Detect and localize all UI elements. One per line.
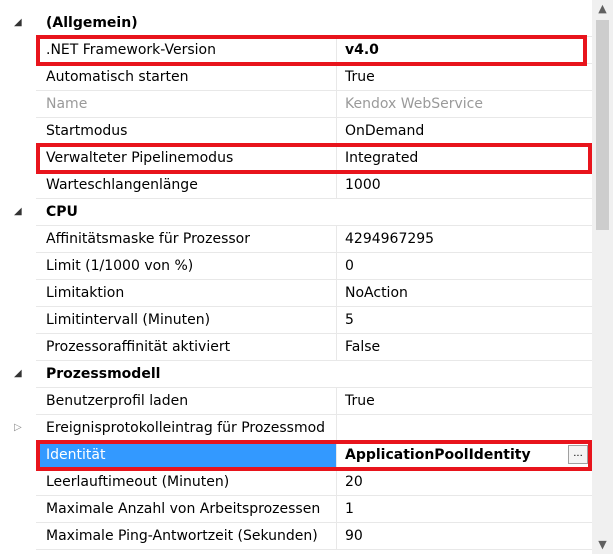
property-name: Warteschlangenlänge — [36, 172, 337, 199]
property-grid[interactable]: ◢ (Allgemein) .NET Framework-Version v4.0 Au… — [0, 0, 592, 554]
property-row[interactable]: Maximale Anzahl von Arbeitsprozessen 1 — [0, 496, 592, 523]
row-gutter — [0, 442, 36, 469]
property-row[interactable]: ▷ Ereignisprotokolleintrag für Prozessmod — [0, 415, 592, 442]
property-value[interactable]: 0 — [337, 253, 592, 280]
row-gutter — [0, 307, 36, 334]
property-row[interactable]: Startmodus OnDemand — [0, 118, 592, 145]
property-name: Automatisch starten — [36, 64, 337, 91]
property-name: Prozessoraffinität aktiviert — [36, 334, 337, 361]
expand-arrow-icon[interactable]: ▷ — [14, 422, 26, 434]
row-gutter — [0, 226, 36, 253]
property-name: Affinitätsmaske für Prozessor — [36, 226, 337, 253]
row-gutter — [0, 37, 36, 64]
property-value[interactable]: 5 — [337, 307, 592, 334]
ellipsis-button[interactable]: ... — [568, 445, 588, 464]
category-label[interactable]: Prozessmodell — [36, 361, 592, 388]
property-value[interactable]: v4.0 — [337, 37, 592, 64]
property-name: Startmodus — [36, 118, 337, 145]
property-name: Maximale Anzahl von Arbeitsprozessen — [36, 496, 337, 523]
property-row[interactable]: Limitintervall (Minuten) 5 — [0, 307, 592, 334]
property-row[interactable]: Name Kendox WebService — [0, 91, 592, 118]
row-gutter — [0, 118, 36, 145]
property-name: Name — [36, 91, 337, 118]
row-gutter — [0, 64, 36, 91]
category-row[interactable]: ◢ (Allgemein) — [0, 10, 592, 37]
collapse-arrow-icon[interactable]: ◢ — [14, 368, 26, 380]
property-row[interactable]: Automatisch starten True — [0, 64, 592, 91]
property-value[interactable]: ApplicationPoolIdentity — [337, 442, 592, 469]
property-row[interactable]: Prozessoraffinität aktiviert False — [0, 334, 592, 361]
property-value[interactable]: True — [337, 64, 592, 91]
row-gutter — [0, 91, 36, 118]
property-name: Leerlauftimeout (Minuten) — [36, 469, 337, 496]
row-gutter — [0, 496, 36, 523]
collapse-arrow-icon[interactable]: ◢ — [14, 206, 26, 218]
property-name: Limitintervall (Minuten) — [36, 307, 337, 334]
property-value[interactable]: True — [337, 388, 592, 415]
property-value[interactable]: 4294967295 — [337, 226, 592, 253]
property-name: Ereignisprotokolleintrag für Prozessmod — [36, 415, 337, 442]
property-value[interactable]: 1 — [337, 496, 592, 523]
property-value[interactable] — [337, 415, 592, 442]
property-name: Verwalteter Pipelinemodus — [36, 145, 337, 172]
row-gutter — [0, 172, 36, 199]
property-value[interactable]: OnDemand — [337, 118, 592, 145]
row-gutter — [0, 388, 36, 415]
property-name: Maximale Ping-Antwortzeit (Sekunden) — [36, 523, 337, 550]
collapse-arrow-icon[interactable]: ◢ — [14, 17, 26, 29]
property-value[interactable]: False — [337, 334, 592, 361]
property-name: .NET Framework-Version — [36, 37, 337, 64]
property-row[interactable]: Benutzerprofil laden True — [0, 388, 592, 415]
category-label[interactable]: CPU — [36, 199, 592, 226]
scroll-thumb[interactable] — [596, 20, 609, 230]
category-label[interactable]: (Allgemein) — [36, 10, 592, 37]
property-row[interactable]: Limitaktion NoAction — [0, 280, 592, 307]
scroll-down-icon[interactable]: ▼ — [592, 536, 613, 554]
property-name: Identität — [36, 442, 337, 469]
property-value[interactable]: Kendox WebService — [337, 91, 592, 118]
row-gutter — [0, 145, 36, 172]
property-row[interactable]: Limit (1/1000 von %) 0 — [0, 253, 592, 280]
category-row[interactable]: ◢ CPU — [0, 199, 592, 226]
property-row[interactable]: Affinitätsmaske für Prozessor 4294967295 — [0, 226, 592, 253]
row-gutter — [0, 334, 36, 361]
property-name: Benutzerprofil laden — [36, 388, 337, 415]
row-gutter — [0, 523, 36, 550]
row-gutter — [0, 469, 36, 496]
scroll-up-icon[interactable]: ▲ — [592, 0, 613, 18]
property-row[interactable]: Identität ApplicationPoolIdentity... — [0, 442, 592, 469]
property-value[interactable]: 20 — [337, 469, 592, 496]
row-gutter — [0, 280, 36, 307]
vertical-scrollbar[interactable]: ▲ ▼ — [592, 0, 613, 554]
property-row[interactable]: .NET Framework-Version v4.0 — [0, 37, 592, 64]
property-row[interactable]: Leerlauftimeout (Minuten) 20 — [0, 469, 592, 496]
property-row[interactable]: Warteschlangenlänge 1000 — [0, 172, 592, 199]
property-value[interactable]: Integrated — [337, 145, 592, 172]
property-value[interactable]: 1000 — [337, 172, 592, 199]
property-value[interactable]: NoAction — [337, 280, 592, 307]
property-name: Limitaktion — [36, 280, 337, 307]
row-gutter — [0, 253, 36, 280]
property-row[interactable]: Verwalteter Pipelinemodus Integrated — [0, 145, 592, 172]
property-row[interactable]: Maximale Ping-Antwortzeit (Sekunden) 90 — [0, 523, 592, 550]
category-row[interactable]: ◢ Prozessmodell — [0, 361, 592, 388]
property-name: Limit (1/1000 von %) — [36, 253, 337, 280]
property-value[interactable]: 90 — [337, 523, 592, 550]
